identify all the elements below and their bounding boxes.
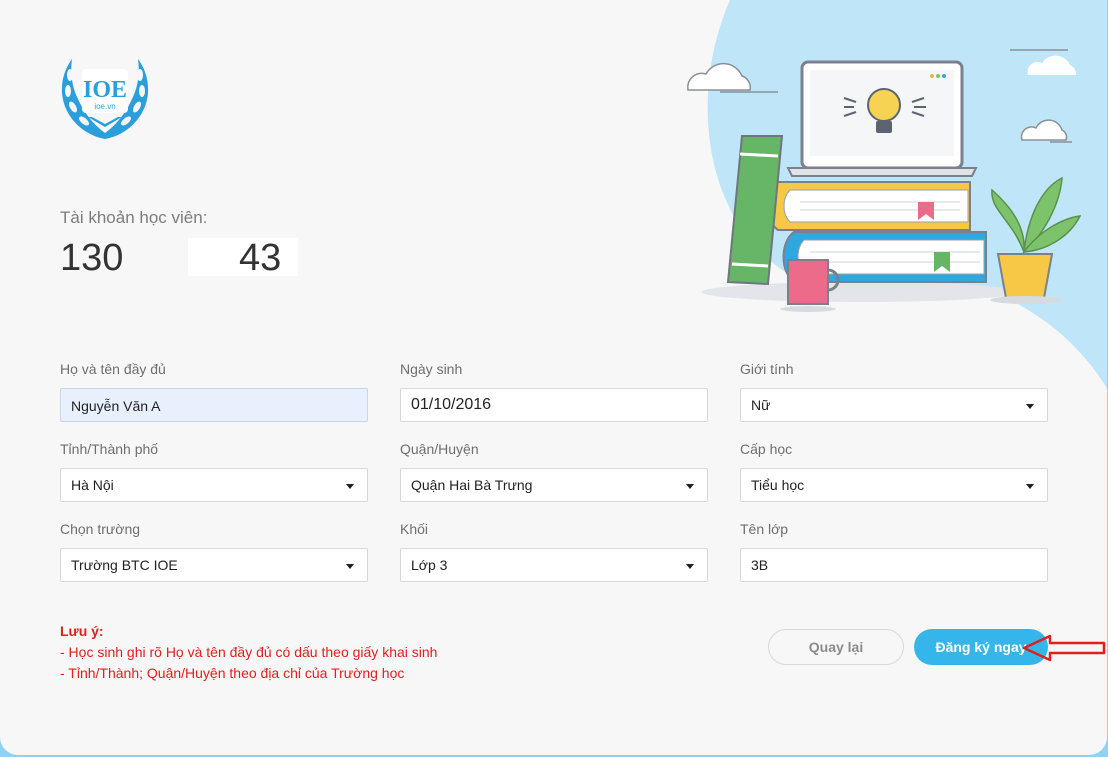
- chevron-down-icon: [686, 564, 694, 569]
- dob-input[interactable]: 01/10/2016: [400, 388, 708, 422]
- classname-label: Tên lớp: [740, 521, 789, 537]
- province-value: Hà Nội: [71, 477, 114, 493]
- logo-sub: ioe.vn: [94, 102, 115, 111]
- gender-label: Giới tính: [740, 361, 794, 377]
- classname-input[interactable]: 3B: [740, 548, 1048, 582]
- study-illustration: [686, 49, 1082, 312]
- gender-value: Nữ: [751, 397, 771, 413]
- level-label: Cấp học: [740, 441, 793, 457]
- gender-select[interactable]: Nữ: [740, 388, 1048, 422]
- account-label: Tài khoản học viên:: [60, 208, 208, 227]
- district-select[interactable]: Quận Hai Bà Trưng: [400, 468, 708, 502]
- logo-brand: IOE: [83, 77, 127, 103]
- back-button[interactable]: Quay lại: [768, 629, 904, 665]
- chevron-down-icon: [1026, 484, 1034, 489]
- classname-value: 3B: [751, 557, 769, 573]
- grade-label: Khối: [400, 521, 429, 537]
- fullname-label: Họ và tên đầy đủ: [60, 361, 166, 377]
- level-value: Tiểu học: [751, 477, 805, 493]
- account-prefix: 130: [60, 237, 124, 279]
- chevron-down-icon: [346, 484, 354, 489]
- chevron-down-icon: [1026, 404, 1034, 409]
- account-suffix: 43: [239, 237, 282, 279]
- dob-label: Ngày sinh: [400, 361, 463, 377]
- grade-select[interactable]: Lớp 3: [400, 548, 708, 582]
- school-label: Chọn trường: [60, 521, 141, 537]
- province-label: Tỉnh/Thành phố: [60, 441, 159, 457]
- fullname-input[interactable]: Nguyễn Văn A: [60, 388, 368, 422]
- registration-card: IOE ioe.vn Tài khoản học viên: 130 43 Họ…: [0, 0, 1107, 755]
- district-label: Quận/Huyện: [400, 441, 479, 457]
- dob-value: 01/10/2016: [411, 396, 492, 413]
- province-select[interactable]: Hà Nội: [60, 468, 368, 502]
- school-select[interactable]: Trường BTC IOE: [60, 548, 368, 582]
- note-title: Lưu ý:: [60, 623, 104, 639]
- note-line-1: - Học sinh ghi rõ Họ và tên đầy đủ có dấ…: [60, 644, 438, 660]
- note-block: Lưu ý: - Học sinh ghi rõ Họ và tên đầy đ…: [60, 621, 437, 684]
- red-arrow-annotation: [1022, 634, 1106, 662]
- district-value: Quận Hai Bà Trưng: [411, 477, 533, 493]
- chevron-down-icon: [686, 484, 694, 489]
- grade-value: Lớp 3: [411, 557, 448, 573]
- ioe-logo: IOE ioe.vn: [61, 59, 149, 139]
- fullname-value: Nguyễn Văn A: [71, 398, 161, 414]
- level-select[interactable]: Tiểu học: [740, 468, 1048, 502]
- chevron-down-icon: [346, 564, 354, 569]
- school-value: Trường BTC IOE: [71, 557, 178, 573]
- note-line-2: - Tỉnh/Thành; Quận/Huyện theo địa chỉ củ…: [60, 665, 405, 681]
